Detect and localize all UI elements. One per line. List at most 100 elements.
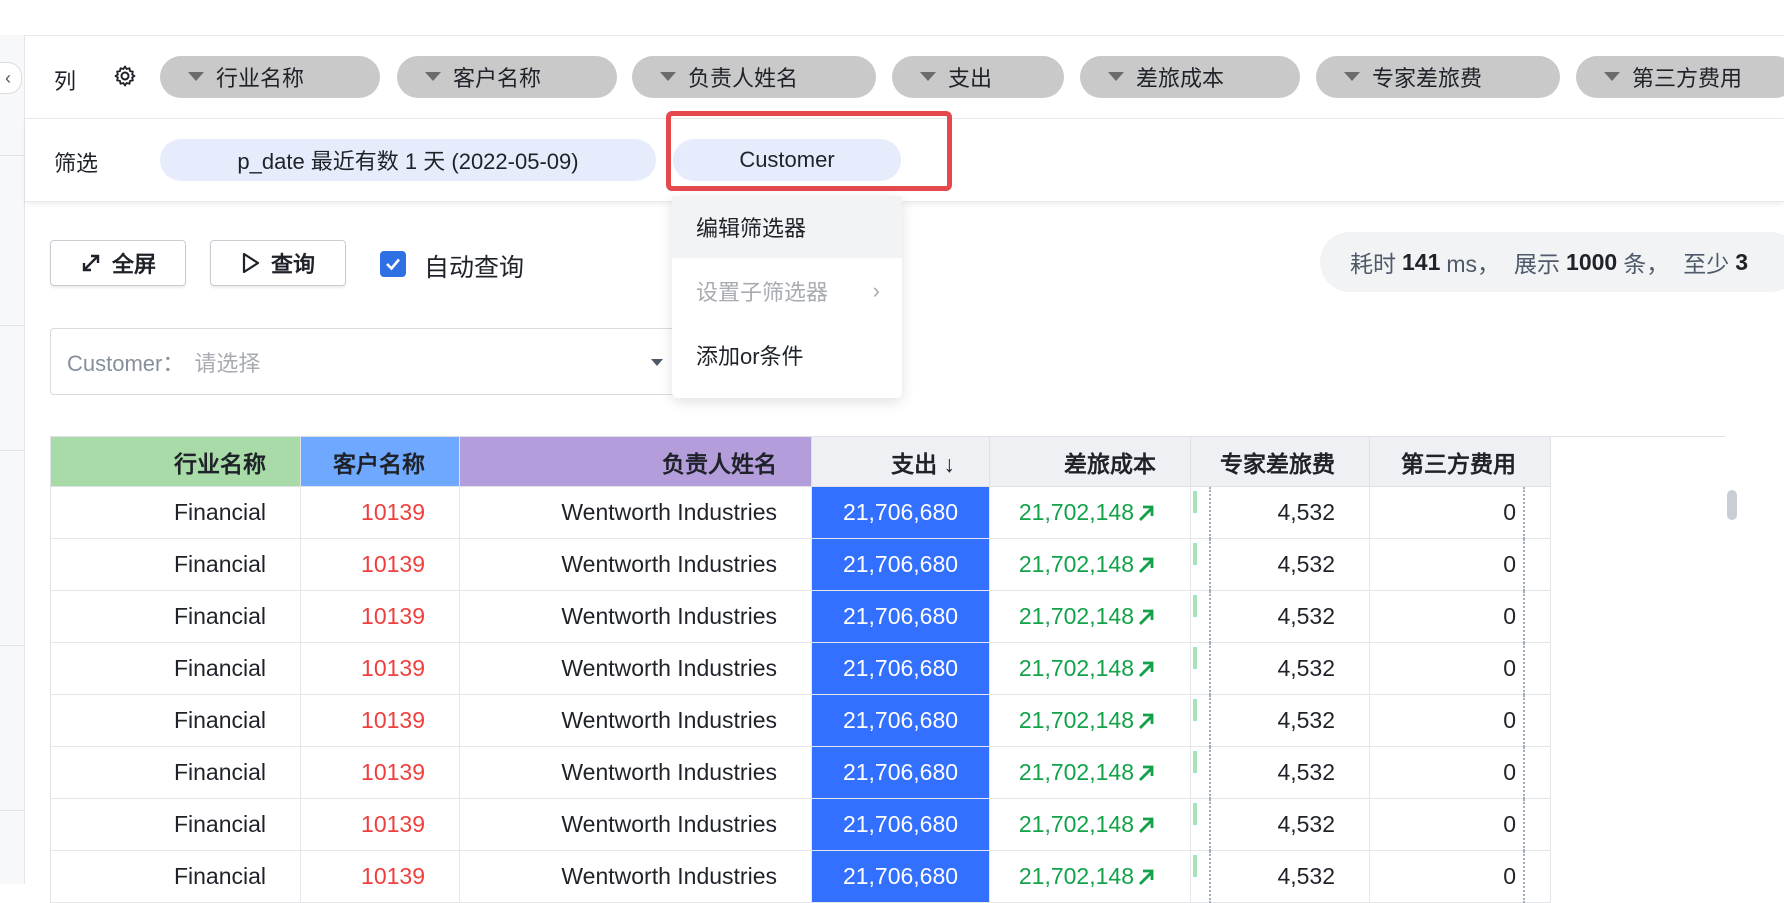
column-pill-third-party[interactable]: 第三方费用 (1576, 56, 1784, 98)
customer-select-label: Customer： (67, 350, 185, 376)
table-row[interactable]: Financial 10139 Wentworth Industries 21,706… (51, 695, 1725, 747)
cell-col-owner: Wentworth Industries (460, 851, 812, 903)
cell-value: 21,702,148 (1018, 707, 1134, 733)
cell-value: 0 (1503, 655, 1516, 681)
column-pill-industry[interactable]: 行业名称 (160, 56, 380, 98)
query-stats: 耗时 141 ms， 展示 1000 条， 至少 3 (1320, 232, 1784, 292)
data-bar-marker (1193, 699, 1197, 721)
table-row[interactable]: Financial 10139 Wentworth Industries 21,706… (51, 643, 1725, 695)
header-col-owner[interactable]: 负责人姓名 (460, 437, 812, 487)
auto-query-checkbox[interactable] (380, 251, 406, 277)
cell-value: Wentworth Industries (561, 863, 777, 889)
cell-col-travel-cost: 21,702,148 (990, 799, 1191, 851)
dotted-guide-line (1209, 539, 1211, 591)
menu-item-label: 编辑筛选器 (696, 216, 807, 241)
table-row[interactable]: Financial 10139 Wentworth Industries 21,706… (51, 747, 1725, 799)
cell-value: 4,532 (1277, 863, 1335, 889)
data-bar-marker (1193, 751, 1197, 773)
menu-item-sub-filter[interactable]: 设置子筛选器 › (672, 260, 902, 322)
auto-query-label: 自动查询 (424, 254, 525, 282)
table-row[interactable]: Financial 10139 Wentworth Industries 21,706… (51, 799, 1725, 851)
caret-down-icon (920, 72, 936, 81)
table-scrollbar[interactable] (1724, 490, 1740, 884)
header-col-industry[interactable]: 行业名称 (51, 437, 301, 487)
menu-item-add-or[interactable]: 添加or条件 (672, 324, 902, 386)
dotted-guide-line (1209, 851, 1211, 903)
gutter-divider (0, 645, 24, 646)
caret-down-icon (660, 72, 676, 81)
cell-value: 0 (1503, 863, 1516, 889)
header-col-travel-cost[interactable]: 差旅成本 (990, 437, 1191, 487)
fullscreen-button[interactable]: 全屏 (50, 240, 186, 286)
table-row[interactable]: Financial 10139 Wentworth Industries 21,706… (51, 591, 1725, 643)
cell-col-customer: 10139 (301, 695, 460, 747)
pill-label: 行业名称 (216, 66, 305, 91)
date-filter-pill[interactable]: p_date 最近有数 1 天 (2022-05-09) (160, 139, 656, 181)
cell-value: 21,706,680 (842, 863, 959, 889)
header-col-expense[interactable]: 支出 ↓ (812, 437, 990, 487)
table-row[interactable]: Financial 10139 Wentworth Industries 21,706… (51, 851, 1725, 903)
trend-up-icon (1139, 817, 1154, 833)
column-pill-expert-travel[interactable]: 专家差旅费 (1316, 56, 1560, 98)
cell-value: 4,532 (1277, 759, 1335, 785)
column-pill-expense[interactable]: 支出 (892, 56, 1064, 98)
cell-col-expense: 21,706,680 (812, 643, 990, 695)
chevron-left-icon: ‹ (5, 67, 11, 88)
cell-value: 21,702,148 (1018, 551, 1134, 577)
top-strip (0, 0, 1784, 36)
column-pill-owner[interactable]: 负责人姓名 (632, 56, 876, 98)
cell-col-third-party: 0 (1370, 487, 1551, 539)
cell-col-expert-travel: 4,532 (1191, 747, 1370, 799)
cell-value: Wentworth Industries (561, 811, 777, 837)
cell-value: 4,532 (1277, 811, 1335, 837)
data-bar-marker (1193, 647, 1197, 669)
data-bar-marker (1193, 543, 1197, 565)
caret-down-icon (1108, 72, 1124, 81)
cell-value: 21,702,148 (1018, 759, 1134, 785)
cell-col-owner: Wentworth Industries (460, 591, 812, 643)
fullscreen-label: 全屏 (111, 252, 156, 277)
cell-col-third-party: 0 (1370, 799, 1551, 851)
cell-value: 10139 (361, 655, 425, 681)
dotted-guide-line (1523, 851, 1525, 903)
customer-select[interactable]: Customer： 请选择 (50, 328, 680, 395)
caret-down-icon (651, 359, 663, 366)
cell-value: 10139 (361, 499, 425, 525)
header-col-customer[interactable]: 客户名称 (301, 437, 460, 487)
trend-up-icon (1139, 557, 1154, 573)
data-table: 行业名称 客户名称 负责人姓名 支出 ↓ 差旅成本 专家差旅费 第三方费用 Financia… (50, 436, 1725, 903)
cell-value: 10139 (361, 551, 425, 577)
scrollbar-thumb[interactable] (1727, 490, 1737, 520)
cell-value: 21,706,680 (842, 499, 959, 525)
cell-col-industry: Financial (51, 799, 301, 851)
table-row[interactable]: Financial 10139 Wentworth Industries 21,706… (51, 539, 1725, 591)
pill-label: 专家差旅费 (1372, 66, 1483, 91)
header-col-third-party[interactable]: 第三方费用 (1370, 437, 1551, 487)
table-row[interactable]: Financial 10139 Wentworth Industries 21,706… (51, 487, 1725, 539)
cell-col-owner: Wentworth Industries (460, 695, 812, 747)
cell-col-owner: Wentworth Industries (460, 747, 812, 799)
column-pill-travel-cost[interactable]: 差旅成本 (1080, 56, 1300, 98)
stats-time-prefix: 耗时 (1350, 251, 1396, 277)
cell-value: 21,706,680 (842, 603, 959, 629)
cell-value: Financial (173, 499, 266, 525)
pill-label: 客户名称 (453, 66, 542, 91)
gear-icon[interactable] (113, 64, 137, 88)
dotted-guide-line (1209, 643, 1211, 695)
menu-item-edit-filter[interactable]: 编辑筛选器 (672, 196, 902, 258)
dotted-guide-line (1523, 747, 1525, 799)
cell-value: 0 (1503, 551, 1516, 577)
cell-value: Wentworth Industries (561, 707, 777, 733)
cell-value: 21,702,148 (1018, 811, 1134, 837)
columns-label: 列 (54, 69, 77, 94)
cell-value: 10139 (361, 707, 425, 733)
cell-col-expert-travel: 4,532 (1191, 487, 1370, 539)
cell-col-third-party: 0 (1370, 539, 1551, 591)
header-col-expert-travel[interactable]: 专家差旅费 (1191, 437, 1370, 487)
column-pill-customer[interactable]: 客户名称 (397, 56, 617, 98)
query-button[interactable]: 查询 (210, 240, 346, 286)
cell-col-industry: Financial (51, 591, 301, 643)
cell-col-owner: Wentworth Industries (460, 539, 812, 591)
cell-col-owner: Wentworth Industries (460, 643, 812, 695)
expand-icon (82, 254, 100, 272)
